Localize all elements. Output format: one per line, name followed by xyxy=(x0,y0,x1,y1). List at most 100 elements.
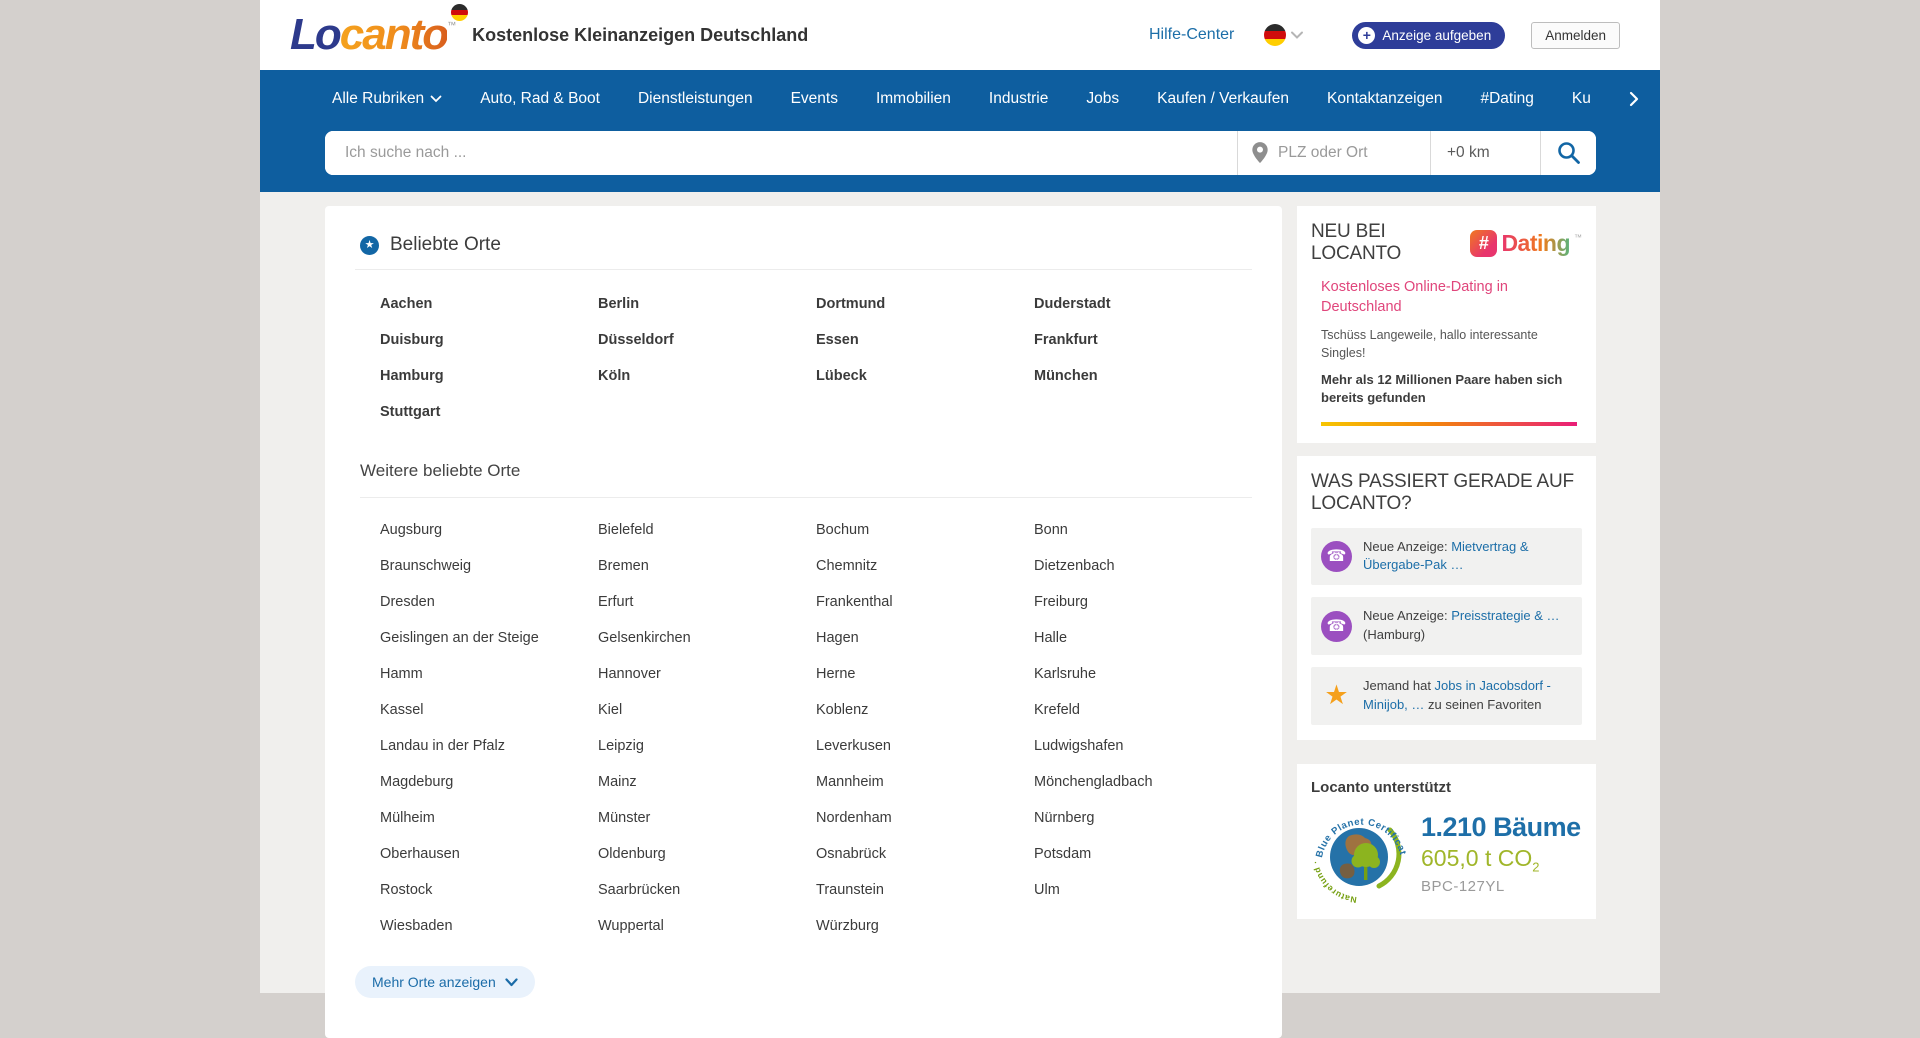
city-link-krefeld[interactable]: Krefeld xyxy=(1034,700,1252,736)
city-link-freiburg[interactable]: Freiburg xyxy=(1034,592,1252,628)
city-link-potsdam[interactable]: Potsdam xyxy=(1034,844,1252,880)
city-link-saarbr-cken[interactable]: Saarbrücken xyxy=(598,880,816,916)
city-link-k-ln[interactable]: Köln xyxy=(598,366,816,402)
city-link-kiel[interactable]: Kiel xyxy=(598,700,816,736)
dating-promo-bold-text: Mehr als 12 Millionen Paare haben sich b… xyxy=(1321,371,1571,407)
city-link-duisburg[interactable]: Duisburg xyxy=(380,330,598,366)
activity-link[interactable]: Mietvertrag & Übergabe-Pak … xyxy=(1363,539,1529,573)
nav-item-dating[interactable]: #Dating xyxy=(1480,90,1533,108)
city-link-stuttgart[interactable]: Stuttgart xyxy=(380,402,598,438)
city-link-augsburg[interactable]: Augsburg xyxy=(380,520,598,556)
city-link-rostock[interactable]: Rostock xyxy=(380,880,598,916)
city-link-bochum[interactable]: Bochum xyxy=(816,520,1034,556)
city-link-oberhausen[interactable]: Oberhausen xyxy=(380,844,598,880)
city-link-bonn[interactable]: Bonn xyxy=(1034,520,1252,556)
city-link-hannover[interactable]: Hannover xyxy=(598,664,816,700)
logo-trademark: ™ xyxy=(447,20,456,30)
nav-item-auto-rad-boot[interactable]: Auto, Rad & Boot xyxy=(480,90,600,108)
city-link-essen[interactable]: Essen xyxy=(816,330,1034,366)
city-link-kassel[interactable]: Kassel xyxy=(380,700,598,736)
nav-item-industrie[interactable]: Industrie xyxy=(989,90,1048,108)
city-link-m-nster[interactable]: Münster xyxy=(598,808,816,844)
nav-item-alle-rubriken[interactable]: Alle Rubriken xyxy=(332,90,442,108)
city-link-frankenthal[interactable]: Frankenthal xyxy=(816,592,1034,628)
city-link-braunschweig[interactable]: Braunschweig xyxy=(380,556,598,592)
city-link-ulm[interactable]: Ulm xyxy=(1034,880,1252,916)
city-link-traunstein[interactable]: Traunstein xyxy=(816,880,1034,916)
nav-item-ku[interactable]: Ku xyxy=(1572,90,1591,108)
search-input[interactable] xyxy=(325,131,1237,175)
city-link-frankfurt[interactable]: Frankfurt xyxy=(1034,330,1252,366)
city-link-halle[interactable]: Halle xyxy=(1034,628,1252,664)
nav-item-events[interactable]: Events xyxy=(791,90,838,108)
login-button[interactable]: Anmelden xyxy=(1531,22,1620,49)
city-link-mannheim[interactable]: Mannheim xyxy=(816,772,1034,808)
nav-scroll-right-button[interactable] xyxy=(1629,91,1639,107)
city-link-bielefeld[interactable]: Bielefeld xyxy=(598,520,816,556)
language-selector[interactable] xyxy=(1264,24,1304,46)
city-link-erfurt[interactable]: Erfurt xyxy=(598,592,816,628)
city-link-leverkusen[interactable]: Leverkusen xyxy=(816,736,1034,772)
city-link-n-rnberg[interactable]: Nürnberg xyxy=(1034,808,1252,844)
city-link-magdeburg[interactable]: Magdeburg xyxy=(380,772,598,808)
dating-promo-link[interactable]: Kostenloses Online-Dating in Deutschland xyxy=(1321,278,1551,317)
post-ad-button[interactable]: + Anzeige aufgeben xyxy=(1352,22,1505,49)
dating-brand-logo[interactable]: # Dating ™ xyxy=(1470,230,1582,257)
city-link-d-sseldorf[interactable]: Düsseldorf xyxy=(598,330,816,366)
city-link-aachen[interactable]: Aachen xyxy=(380,294,598,330)
show-more-places-button[interactable]: Mehr Orte anzeigen xyxy=(355,966,535,998)
radius-select[interactable]: +0 km xyxy=(1430,131,1540,175)
live-activity-card: WAS PASSIERT GERADE AUF LOCANTO? ☎Neue A… xyxy=(1297,456,1596,740)
popular-places-header: ★ Beliebte Orte xyxy=(355,234,1252,270)
city-link-landau-in-der-pfalz[interactable]: Landau in der Pfalz xyxy=(380,736,598,772)
city-link-l-beck[interactable]: Lübeck xyxy=(816,366,1034,402)
activity-link[interactable]: Preisstrategie & … xyxy=(1451,608,1559,623)
city-link-dietzenbach[interactable]: Dietzenbach xyxy=(1034,556,1252,592)
search-bar: +0 km xyxy=(325,131,1596,175)
city-link-oldenburg[interactable]: Oldenburg xyxy=(598,844,816,880)
help-center-link[interactable]: Hilfe-Center xyxy=(1149,26,1234,44)
city-link-osnabr-ck[interactable]: Osnabrück xyxy=(816,844,1034,880)
city-link-nordenham[interactable]: Nordenham xyxy=(816,808,1034,844)
city-link-w-rzburg[interactable]: Würzburg xyxy=(816,916,1034,952)
city-link-hamburg[interactable]: Hamburg xyxy=(380,366,598,402)
blue-planet-certificate-badge: Blue Planet Certificate Naturefund · xyxy=(1311,804,1411,904)
city-link-geislingen-an-der-steige[interactable]: Geislingen an der Steige xyxy=(380,628,598,664)
city-link-duderstadt[interactable]: Duderstadt xyxy=(1034,294,1252,330)
nav-links-row: Alle Rubriken Auto, Rad & Boot Dienstleist… xyxy=(260,70,1660,128)
city-link-m-lheim[interactable]: Mülheim xyxy=(380,808,598,844)
city-link-herne[interactable]: Herne xyxy=(816,664,1034,700)
city-link-dortmund[interactable]: Dortmund xyxy=(816,294,1034,330)
city-link-m-nchen[interactable]: München xyxy=(1034,366,1252,402)
city-link-mainz[interactable]: Mainz xyxy=(598,772,816,808)
dating-card-header: NEU BEI LOCANTO # Dating ™ xyxy=(1311,221,1582,265)
nav-item-kaufen-verkaufen[interactable]: Kaufen / Verkaufen xyxy=(1157,90,1289,108)
city-link-wiesbaden[interactable]: Wiesbaden xyxy=(380,916,598,952)
city-link-dresden[interactable]: Dresden xyxy=(380,592,598,628)
nav-item-jobs[interactable]: Jobs xyxy=(1086,90,1119,108)
sustainability-title: Locanto unterstützt xyxy=(1311,779,1582,796)
dating-card-title: NEU BEI LOCANTO xyxy=(1311,221,1470,265)
nav-item-dienstleistungen[interactable]: Dienstleistungen xyxy=(638,90,753,108)
city-link-chemnitz[interactable]: Chemnitz xyxy=(816,556,1034,592)
location-input[interactable] xyxy=(1278,144,1408,162)
locanto-logo[interactable]: Locanto™ xyxy=(290,10,456,60)
city-link-leipzig[interactable]: Leipzig xyxy=(598,736,816,772)
city-link-gelsenkirchen[interactable]: Gelsenkirchen xyxy=(598,628,816,664)
activity-item: ☎Neue Anzeige: Mietvertrag & Übergabe-Pa… xyxy=(1311,528,1582,586)
city-link-wuppertal[interactable]: Wuppertal xyxy=(598,916,816,952)
city-link-bremen[interactable]: Bremen xyxy=(598,556,816,592)
city-link-hamm[interactable]: Hamm xyxy=(380,664,598,700)
trees-count: 1.210 Bäume xyxy=(1421,812,1581,843)
city-link-berlin[interactable]: Berlin xyxy=(598,294,816,330)
city-link-hagen[interactable]: Hagen xyxy=(816,628,1034,664)
activity-item: ☎Neue Anzeige: Preisstrategie & … (Hambu… xyxy=(1311,597,1582,655)
nav-item-kontaktanzeigen[interactable]: Kontaktanzeigen xyxy=(1327,90,1442,108)
nav-item-immobilien[interactable]: Immobilien xyxy=(876,90,951,108)
search-button[interactable] xyxy=(1540,131,1596,175)
city-link-karlsruhe[interactable]: Karlsruhe xyxy=(1034,664,1252,700)
city-link-koblenz[interactable]: Koblenz xyxy=(816,700,1034,736)
city-link-m-nchengladbach[interactable]: Mönchengladbach xyxy=(1034,772,1252,808)
city-link-ludwigshafen[interactable]: Ludwigshafen xyxy=(1034,736,1252,772)
activity-link[interactable]: Jobs in Jacobsdorf - Minijob, … xyxy=(1363,678,1551,712)
